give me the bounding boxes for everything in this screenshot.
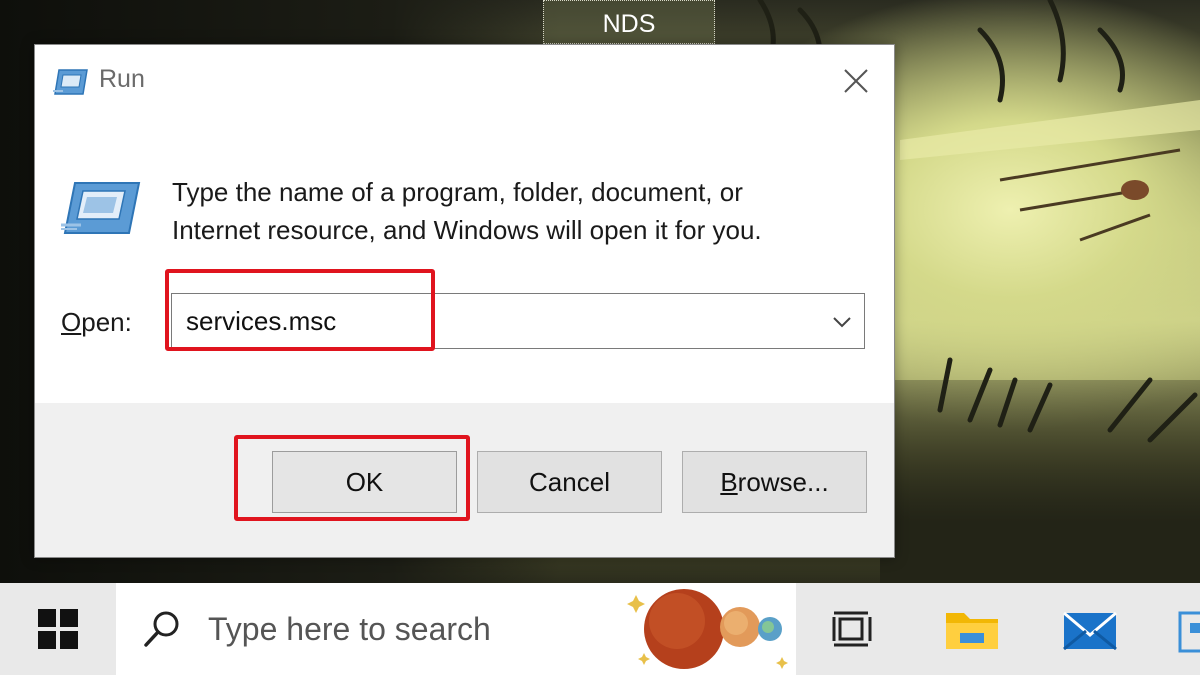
- ok-button[interactable]: OK: [272, 451, 457, 513]
- browse-mnemonic: B: [720, 466, 738, 497]
- description-line-2: Internet resource, and Windows will open…: [172, 215, 762, 245]
- button-bar: OK Cancel Browse...: [35, 403, 894, 557]
- close-icon: [844, 69, 868, 93]
- file-explorer-icon[interactable]: [940, 597, 1004, 661]
- open-label: Open:: [61, 307, 132, 338]
- dialog-title: Run: [99, 65, 145, 93]
- mail-icon[interactable]: [1058, 597, 1122, 661]
- open-label-rest: pen:: [81, 307, 132, 337]
- search-icon: [142, 609, 182, 653]
- store-icon[interactable]: [1176, 597, 1200, 661]
- run-icon: [53, 67, 89, 101]
- taskbar-search-box[interactable]: Type here to search: [116, 583, 796, 675]
- task-view-icon[interactable]: [822, 597, 886, 661]
- search-placeholder: Type here to search: [208, 611, 491, 647]
- desktop-icon-label[interactable]: NDS: [543, 0, 715, 44]
- dialog-description: Type the name of a program, folder, docu…: [172, 173, 852, 249]
- search-highlight-planets-icon: [627, 589, 788, 669]
- cancel-button[interactable]: Cancel: [477, 451, 662, 513]
- chevron-down-icon[interactable]: [828, 308, 856, 336]
- title-bar[interactable]: Run: [35, 45, 894, 119]
- windows-logo-icon: [38, 609, 78, 649]
- run-large-icon: [61, 179, 141, 241]
- open-label-mnemonic: O: [61, 307, 82, 337]
- dialog-content: Type the name of a program, folder, docu…: [35, 119, 894, 403]
- taskbar: Type here to search: [0, 583, 1200, 675]
- start-button[interactable]: [0, 583, 116, 675]
- browse-label-rest: rowse...: [737, 466, 829, 497]
- browse-button[interactable]: Browse...: [682, 451, 867, 513]
- open-input[interactable]: services.msc: [186, 306, 336, 337]
- close-button[interactable]: [832, 57, 880, 105]
- run-dialog: Run Type the name of a program, folder, …: [34, 44, 895, 558]
- open-combobox[interactable]: services.msc: [171, 293, 865, 349]
- description-line-1: Type the name of a program, folder, docu…: [172, 177, 743, 207]
